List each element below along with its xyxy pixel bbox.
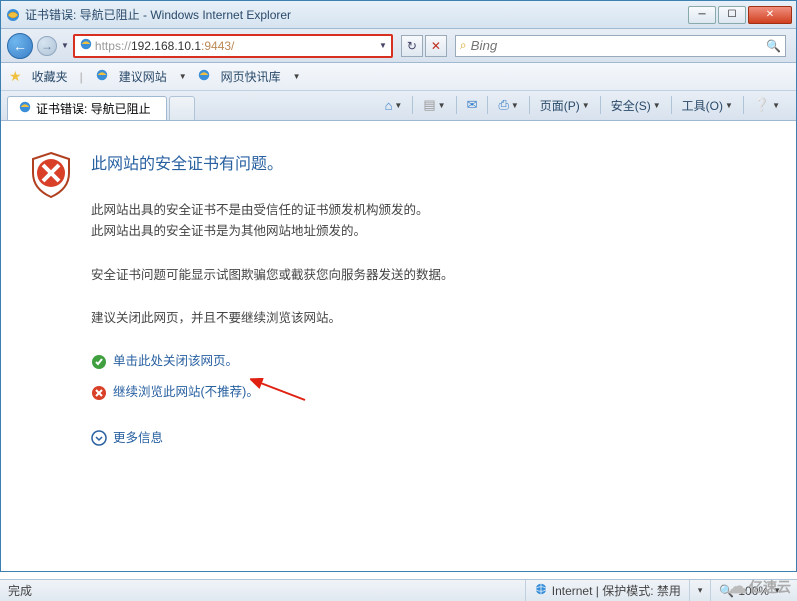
search-go-icon[interactable]: 🔍 xyxy=(766,39,781,53)
page-menu[interactable]: 页面(P)▼ xyxy=(536,95,594,116)
ie-favicon xyxy=(5,7,21,23)
home-button[interactable]: ⌂▼ xyxy=(381,96,407,115)
favorites-label[interactable]: 收藏夹 xyxy=(32,68,68,85)
page-content: 此网站的安全证书有问题。 此网站出具的安全证书不是由受信任的证书颁发机构颁发的。… xyxy=(1,121,796,571)
search-box[interactable]: ⌕ 🔍 xyxy=(455,35,786,57)
favorites-star-icon[interactable]: ★ xyxy=(9,68,22,85)
rss-icon: ▤ xyxy=(423,97,435,113)
home-icon: ⌂ xyxy=(385,98,393,113)
mail-icon: ✉ xyxy=(467,97,478,113)
url-host: 192.168.10.1 xyxy=(131,39,201,53)
tab-title: 证书错误: 导航已阻止 xyxy=(36,100,151,117)
security-zone[interactable]: Internet | 保护模式: 禁用 xyxy=(525,580,689,601)
titlebar: 证书错误: 导航已阻止 - Windows Internet Explorer … xyxy=(1,1,796,29)
suggested-sites-icon xyxy=(95,68,109,85)
refresh-icon: ↻ xyxy=(407,39,417,53)
nav-toolbar: ← → ▼ https://192.168.10.1:9443/ ▼ ↻ ✕ ⌕… xyxy=(1,29,796,63)
cert-error-shield-icon xyxy=(29,151,73,199)
feeds-button[interactable]: ▤▼ xyxy=(419,95,449,115)
maximize-button[interactable]: ☐ xyxy=(718,6,746,24)
cert-error-recommendation: 建议关闭此网页，并且不要继续浏览该网站。 xyxy=(91,308,756,329)
history-dropdown[interactable]: ▼ xyxy=(61,41,69,50)
protected-mode-toggle[interactable]: ▾ xyxy=(689,580,711,601)
back-button[interactable]: ← xyxy=(7,33,33,59)
internet-zone-icon xyxy=(534,582,548,599)
search-provider-icon: ⌕ xyxy=(460,38,467,53)
more-info-link[interactable]: 更多信息 xyxy=(113,428,163,449)
status-bar: 完成 Internet | 保护模式: 禁用 ▾ 🔍 100% ▼ xyxy=(0,579,797,601)
help-button[interactable]: ❔▼ xyxy=(750,95,784,115)
refresh-button[interactable]: ↻ xyxy=(401,35,423,57)
watermark: ☁ 亿速云 xyxy=(727,574,791,599)
ie-icon xyxy=(79,37,93,54)
new-tab-button[interactable] xyxy=(169,96,195,120)
stop-button[interactable]: ✕ xyxy=(425,35,447,57)
window-title: 证书错误: 导航已阻止 - Windows Internet Explorer xyxy=(25,6,688,23)
address-bar[interactable]: https://192.168.10.1:9443/ ▼ xyxy=(73,34,393,58)
cert-error-warning: 安全证书问题可能显示试图欺骗您或截获您向服务器发送的数据。 xyxy=(91,265,756,286)
cert-error-reason-2: 此网站出具的安全证书是为其他网站地址颁发的。 xyxy=(91,221,756,242)
status-text: 完成 xyxy=(8,582,32,599)
print-button[interactable]: ⎙▼ xyxy=(494,95,522,115)
url-port: :9443/ xyxy=(201,39,234,53)
stop-icon: ✕ xyxy=(431,39,441,53)
address-dropdown[interactable]: ▼ xyxy=(379,41,387,50)
continue-warning-icon xyxy=(91,385,107,401)
close-page-icon xyxy=(91,354,107,370)
web-slice-icon xyxy=(197,68,211,85)
command-bar: ⌂▼ ▤▼ ✉ ⎙▼ 页面(P)▼ 安全(S)▼ 工具(O)▼ ❔▼ xyxy=(381,90,790,120)
close-button[interactable]: ✕ xyxy=(748,6,792,24)
minimize-button[interactable]: ─ xyxy=(688,6,716,24)
chevron-icon: ▾ xyxy=(698,585,703,596)
web-slice-link[interactable]: 网页快讯库 xyxy=(221,68,281,85)
search-input[interactable] xyxy=(471,38,766,53)
tools-menu[interactable]: 工具(O)▼ xyxy=(678,95,737,116)
cert-error-reason-1: 此网站出具的安全证书不是由受信任的证书颁发机构颁发的。 xyxy=(91,200,756,221)
tab-favicon xyxy=(18,100,32,117)
close-page-link[interactable]: 单击此处关闭该网页。 xyxy=(113,351,238,372)
print-icon: ⎙ xyxy=(498,97,508,113)
safety-menu[interactable]: 安全(S)▼ xyxy=(607,95,665,116)
suggested-sites-link[interactable]: 建议网站 xyxy=(119,68,167,85)
help-icon: ❔ xyxy=(754,97,770,113)
cert-error-heading: 此网站的安全证书有问题。 xyxy=(91,151,756,178)
tab-bar: 证书错误: 导航已阻止 ⌂▼ ▤▼ ✉ ⎙▼ 页面(P)▼ 安全(S)▼ 工具(… xyxy=(1,91,796,121)
mail-button[interactable]: ✉ xyxy=(463,95,482,115)
url-protocol: https:// xyxy=(95,39,131,53)
more-info-icon xyxy=(91,430,107,446)
cloud-icon: ☁ xyxy=(727,574,747,599)
favorites-bar: ★ 收藏夹 | 建议网站▼ 网页快讯库▼ xyxy=(1,63,796,91)
forward-button[interactable]: → xyxy=(37,36,57,56)
active-tab[interactable]: 证书错误: 导航已阻止 xyxy=(7,96,167,120)
continue-anyway-link[interactable]: 继续浏览此网站(不推荐)。 xyxy=(113,382,259,403)
